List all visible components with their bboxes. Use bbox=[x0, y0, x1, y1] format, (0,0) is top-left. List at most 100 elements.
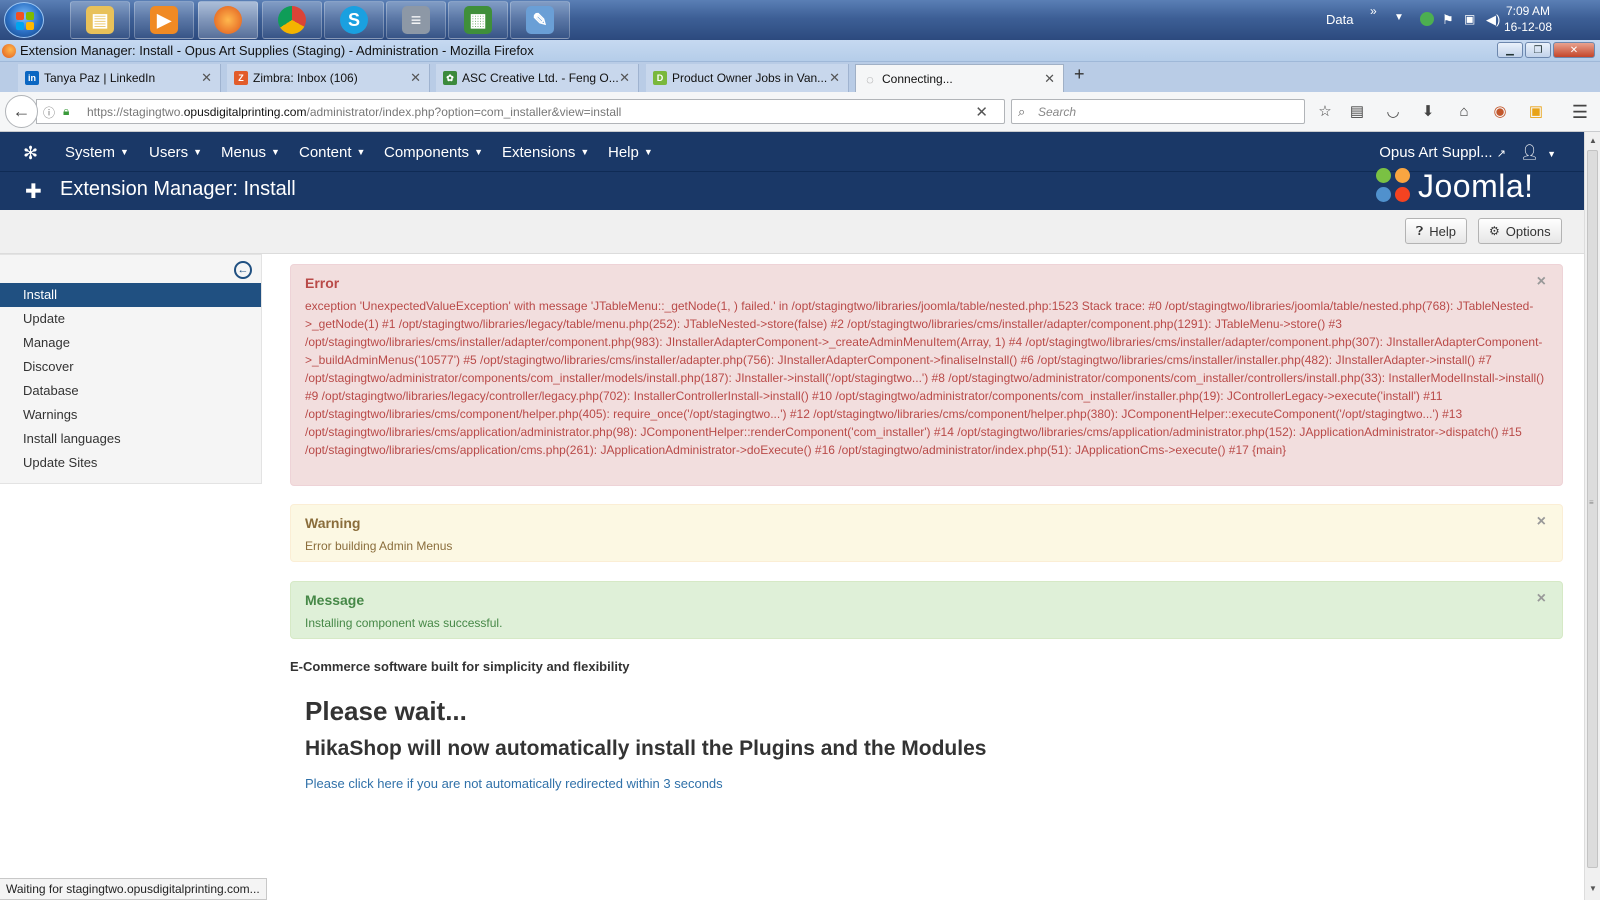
new-tab-button[interactable]: + bbox=[1074, 64, 1085, 85]
tab-label: Tanya Paz | LinkedIn bbox=[44, 71, 156, 85]
pocket-icon[interactable]: ◡ bbox=[1383, 102, 1403, 122]
site-link[interactable]: Opus Art Suppl... ↗ bbox=[1379, 144, 1506, 161]
puzzle-icon: ✚ bbox=[25, 181, 42, 203]
network-icon[interactable]: ▣ bbox=[1464, 12, 1478, 26]
collapse-sidebar-icon[interactable]: ← bbox=[234, 261, 252, 279]
loading-spinner-icon: ◌ bbox=[866, 71, 874, 87]
taskbar-skype[interactable]: S bbox=[324, 1, 384, 39]
tab-close-icon[interactable]: ✕ bbox=[1044, 71, 1055, 87]
taskbar-chrome[interactable] bbox=[262, 1, 322, 39]
sidebar-item-update[interactable]: Update bbox=[0, 307, 261, 331]
menu-extensions[interactable]: Extensions ▼ bbox=[502, 144, 589, 161]
joomla-logo-icon[interactable]: ✻ bbox=[23, 143, 38, 164]
options-button[interactable]: ⚙ Options bbox=[1478, 218, 1562, 244]
sidebar: ← Install Update Manage Discover Databas… bbox=[0, 254, 262, 484]
maximize-button[interactable]: ❐ bbox=[1525, 42, 1551, 58]
scroll-grip-icon: ≡ bbox=[1589, 498, 1594, 507]
sidebar-item-install[interactable]: Install bbox=[0, 283, 261, 307]
tab-close-icon[interactable]: ✕ bbox=[201, 70, 212, 86]
lock-icon[interactable]: 🔒︎ bbox=[63, 104, 69, 119]
vertical-scrollbar[interactable]: ▲ ≡ ▼ bbox=[1584, 132, 1600, 900]
stop-icon[interactable]: ✕ bbox=[975, 103, 988, 121]
clock-date: 16-12-08 bbox=[1503, 20, 1553, 34]
tab-label: Zimbra: Inbox (106) bbox=[253, 71, 358, 85]
sidebar-item-discover[interactable]: Discover bbox=[0, 355, 261, 379]
scrollbar-thumb[interactable] bbox=[1587, 150, 1598, 868]
user-menu[interactable]: 👤︎ ▼ bbox=[1520, 143, 1556, 161]
asc-icon: ✿ bbox=[443, 71, 457, 85]
flag-icon[interactable]: ⚑ bbox=[1442, 12, 1456, 27]
please-wait-heading: Please wait... bbox=[305, 696, 467, 726]
taskbar-media-player[interactable]: ▶ bbox=[134, 1, 194, 39]
sidebar-item-update-sites[interactable]: Update Sites bbox=[0, 451, 261, 475]
menu-menus[interactable]: Menus ▼ bbox=[221, 144, 280, 161]
home-icon[interactable]: ⌂ bbox=[1454, 102, 1474, 122]
start-button[interactable] bbox=[4, 2, 44, 38]
url-bar[interactable]: ⓘ 🔒︎ https://stagingtwo.opusdigitalprint… bbox=[36, 99, 1005, 124]
extension-icon[interactable]: ◉ bbox=[1490, 102, 1510, 122]
scroll-down-icon[interactable]: ▼ bbox=[1589, 884, 1597, 893]
tray-expand-icon[interactable]: » bbox=[1370, 4, 1377, 18]
menu-content[interactable]: Content ▼ bbox=[299, 144, 365, 161]
search-icon: ⌕ bbox=[1018, 104, 1026, 119]
menu-help[interactable]: Help ▼ bbox=[608, 144, 653, 161]
tab-close-icon[interactable]: ✕ bbox=[829, 70, 840, 86]
chrome-icon bbox=[278, 6, 306, 34]
tab-product-owner-jobs[interactable]: D Product Owner Jobs in Van... ✕ bbox=[646, 64, 849, 92]
url-domain: opusdigitalprinting.com bbox=[183, 105, 307, 119]
info-icon[interactable]: ⓘ bbox=[43, 104, 55, 121]
tab-asc-creative[interactable]: ✿ ASC Creative Ltd. - Feng O... ✕ bbox=[436, 64, 639, 92]
menu-label: Users bbox=[149, 144, 189, 161]
reading-list-icon[interactable]: ▤ bbox=[1347, 102, 1367, 122]
close-window-button[interactable]: ✕ bbox=[1553, 42, 1595, 58]
shield-icon[interactable] bbox=[1420, 12, 1434, 26]
addon-icon[interactable]: ▣ bbox=[1526, 102, 1546, 122]
bookmark-star-icon[interactable]: ☆ bbox=[1315, 102, 1335, 122]
tab-strip: in Tanya Paz | LinkedIn ✕ Z Zimbra: Inbo… bbox=[0, 62, 1600, 92]
taskbar-file-explorer[interactable]: ▤ bbox=[70, 1, 130, 39]
play-icon: ▶ bbox=[150, 6, 178, 34]
taskbar-firefox[interactable] bbox=[198, 1, 258, 39]
error-alert: Error exception 'UnexpectedValueExceptio… bbox=[290, 264, 1563, 486]
tray-label[interactable]: Data bbox=[1326, 12, 1353, 27]
menu-hamburger-icon[interactable]: ☰ bbox=[1570, 102, 1590, 122]
sidebar-item-warnings[interactable]: Warnings bbox=[0, 403, 261, 427]
alert-heading: Warning bbox=[305, 515, 361, 531]
linkedin-icon: in bbox=[25, 71, 39, 85]
alert-close-icon[interactable]: × bbox=[1537, 513, 1546, 531]
menu-system[interactable]: System ▼ bbox=[65, 144, 129, 161]
alert-close-icon[interactable]: × bbox=[1537, 590, 1546, 608]
menu-users[interactable]: Users ▼ bbox=[149, 144, 202, 161]
caret-down-icon: ▼ bbox=[271, 147, 280, 157]
search-bar[interactable]: ⌕ Search bbox=[1011, 99, 1305, 124]
taskbar-notepad[interactable]: ≡ bbox=[386, 1, 446, 39]
windows-logo-icon bbox=[16, 12, 34, 30]
tray-dropdown-icon[interactable]: ▼ bbox=[1394, 12, 1404, 23]
download-icon[interactable]: ⬇ bbox=[1418, 102, 1438, 122]
redirect-link[interactable]: Please click here if you are not automat… bbox=[305, 776, 723, 791]
alert-heading: Error bbox=[305, 275, 340, 291]
tab-connecting[interactable]: ◌ Connecting... ✕ bbox=[855, 64, 1064, 92]
windows-taskbar: ▤ ▶ S ≡ ▦ ✎ Data » ▼ ⚑ ▣ ◀) 7:09 AM 16-1… bbox=[0, 0, 1600, 40]
clock[interactable]: 7:09 AM 16-12-08 bbox=[1498, 3, 1558, 35]
taskbar-paint[interactable]: ✎ bbox=[510, 1, 570, 39]
back-button[interactable]: ← bbox=[5, 95, 38, 128]
alert-heading: Message bbox=[305, 592, 365, 608]
help-button[interactable]: ❓︎ Help bbox=[1405, 218, 1467, 244]
tab-close-icon[interactable]: ✕ bbox=[410, 70, 421, 86]
alert-close-icon[interactable]: × bbox=[1537, 273, 1546, 291]
tab-close-icon[interactable]: ✕ bbox=[619, 70, 630, 86]
url-text[interactable]: https://stagingtwo.opusdigitalprinting.c… bbox=[87, 105, 621, 119]
tab-zimbra[interactable]: Z Zimbra: Inbox (106) ✕ bbox=[227, 64, 430, 92]
sidebar-item-install-languages[interactable]: Install languages bbox=[0, 427, 261, 451]
user-icon: 👤︎ bbox=[1520, 144, 1540, 161]
scroll-up-icon[interactable]: ▲ bbox=[1589, 136, 1597, 145]
message-alert: Message Installing component was success… bbox=[290, 581, 1563, 639]
sidebar-item-database[interactable]: Database bbox=[0, 379, 261, 403]
alert-body: Error building Admin Menus bbox=[305, 539, 453, 553]
menu-components[interactable]: Components ▼ bbox=[384, 144, 483, 161]
sidebar-item-manage[interactable]: Manage bbox=[0, 331, 261, 355]
tab-linkedin[interactable]: in Tanya Paz | LinkedIn ✕ bbox=[18, 64, 221, 92]
taskbar-excel[interactable]: ▦ bbox=[448, 1, 508, 39]
minimize-button[interactable]: ▁ bbox=[1497, 42, 1523, 58]
